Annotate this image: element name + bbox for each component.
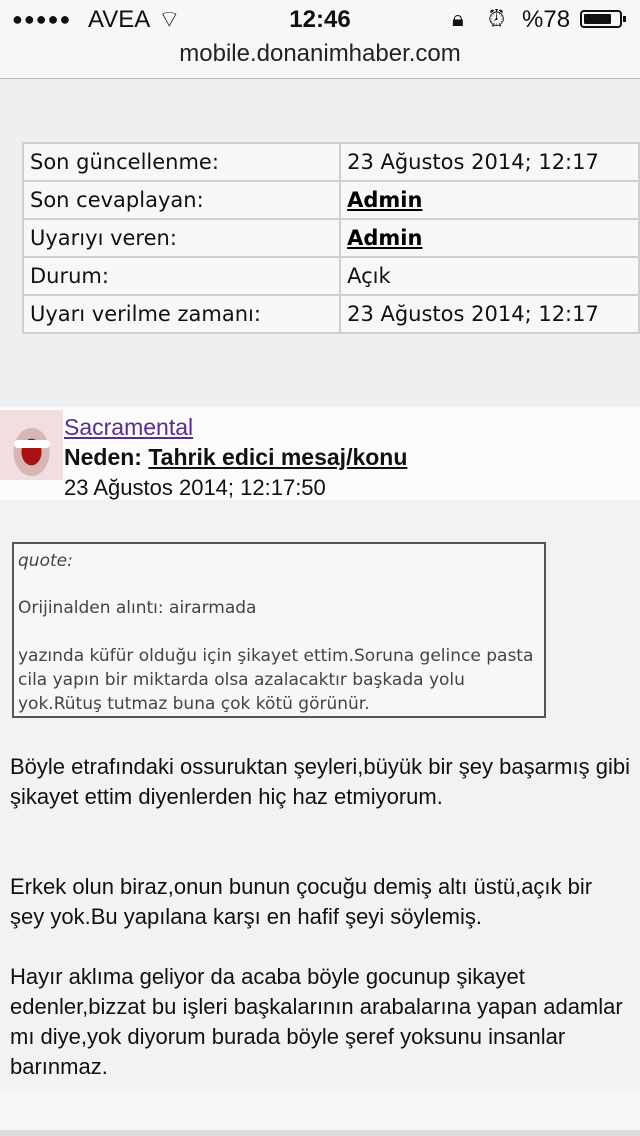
quote-header: quote: [18,551,73,571]
info-label: Durum: [21,256,342,296]
alarm-icon: ⏰︎ [488,6,506,31]
author-username-link[interactable]: Sacramental [64,414,193,441]
table-row: Uyarı verilme zamanı: 23 Ağustos 2014; 1… [21,294,640,334]
info-value: 23 Ağustos 2014; 12:17 [339,142,640,182]
orientation-lock-icon: 🔒︎ [452,6,464,31]
warning-reason: Neden: Tahrik edici mesaj/konu [64,444,407,471]
post-paragraph: Böyle etrafındaki ossuruktan şeyleri,büy… [10,754,630,809]
browser-top-bar: ●●●●● AVEA ⌔ 12:46 🔒︎ ⏰︎ %78 mobile.dona… [0,0,640,79]
post-paragraph: Hayır aklıma geliyor da acaba böyle gocu… [10,964,623,1079]
info-value: 23 Ağustos 2014; 12:17 [339,294,640,334]
battery-icon [580,10,626,28]
table-row: Durum: Açık [21,256,640,296]
avatar[interactable] [0,410,63,480]
reason-link[interactable]: Tahrik edici mesaj/konu [148,444,407,470]
battery-percent: %78 [522,6,571,33]
warning-info-table: Son güncellenme: 23 Ağustos 2014; 12:17 … [21,142,640,334]
divider [0,1130,640,1136]
table-row: Uyarıyı veren: Admin [21,218,640,258]
info-label: Uyarı verilme zamanı: [21,294,342,334]
table-row: Son güncellenme: 23 Ağustos 2014; 12:17 [21,142,640,182]
post-paragraph: Erkek olun biraz,onun bunun çocuğu demiş… [10,874,593,929]
quote-text: yazında küfür olduğu için şikayet ettim.… [18,646,534,714]
quote-block: quote: Orijinalden alıntı: airarmada yaz… [12,542,546,718]
status-bar: ●●●●● AVEA ⌔ 12:46 🔒︎ ⏰︎ %78 [0,0,640,40]
battery-fill [584,14,611,24]
last-replier-link[interactable]: Admin [347,188,422,212]
info-label: Uyarıyı veren: [21,218,342,258]
warned-by-link[interactable]: Admin [347,226,422,250]
info-label: Son güncellenme: [21,142,342,182]
address-bar[interactable]: mobile.donanimhaber.com [0,40,640,68]
info-label: Son cevaplayan: [21,180,342,220]
table-row: Son cevaplayan: Admin [21,180,640,220]
quote-source: Orijinalden alıntı: airarmada [18,598,257,618]
reason-label: Neden: [64,444,142,470]
info-value: Açık [339,256,640,296]
post-date: 23 Ağustos 2014; 12:17:50 [64,475,326,500]
post-header: Sacramental Neden: Tahrik edici mesaj/ko… [0,408,640,500]
